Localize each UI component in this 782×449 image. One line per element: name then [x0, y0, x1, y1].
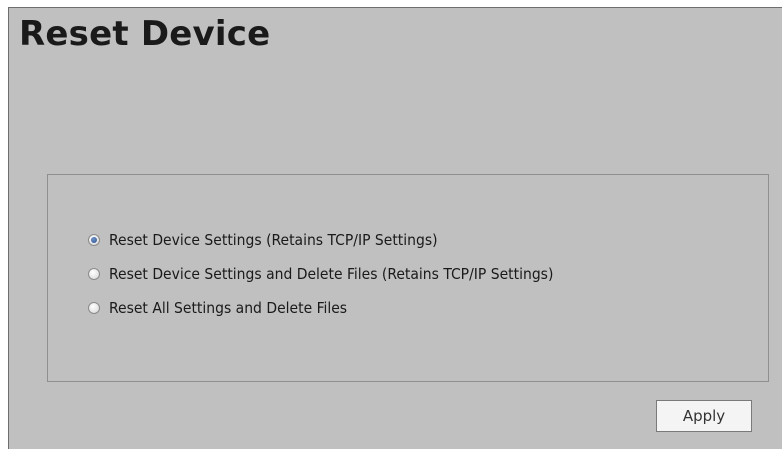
- reset-option-label: Reset Device Settings and Delete Files (…: [109, 265, 554, 283]
- reset-option-device-settings[interactable]: Reset Device Settings (Retains TCP/IP Se…: [88, 231, 438, 249]
- reset-option-all-settings-delete-files[interactable]: Reset All Settings and Delete Files: [88, 299, 347, 317]
- reset-option-label: Reset Device Settings (Retains TCP/IP Se…: [109, 231, 438, 249]
- page-title: Reset Device: [19, 14, 271, 54]
- radio-unchecked-icon[interactable]: [88, 268, 100, 280]
- reset-option-device-settings-delete-files[interactable]: Reset Device Settings and Delete Files (…: [88, 265, 553, 283]
- radio-checked-icon[interactable]: [88, 234, 100, 246]
- reset-device-page: Reset Device Reset Device Settings (Reta…: [8, 7, 782, 449]
- radio-unchecked-icon[interactable]: [88, 302, 100, 314]
- apply-button[interactable]: Apply: [656, 400, 752, 432]
- reset-option-label: Reset All Settings and Delete Files: [109, 299, 348, 317]
- reset-options-panel: Reset Device Settings (Retains TCP/IP Se…: [47, 174, 769, 382]
